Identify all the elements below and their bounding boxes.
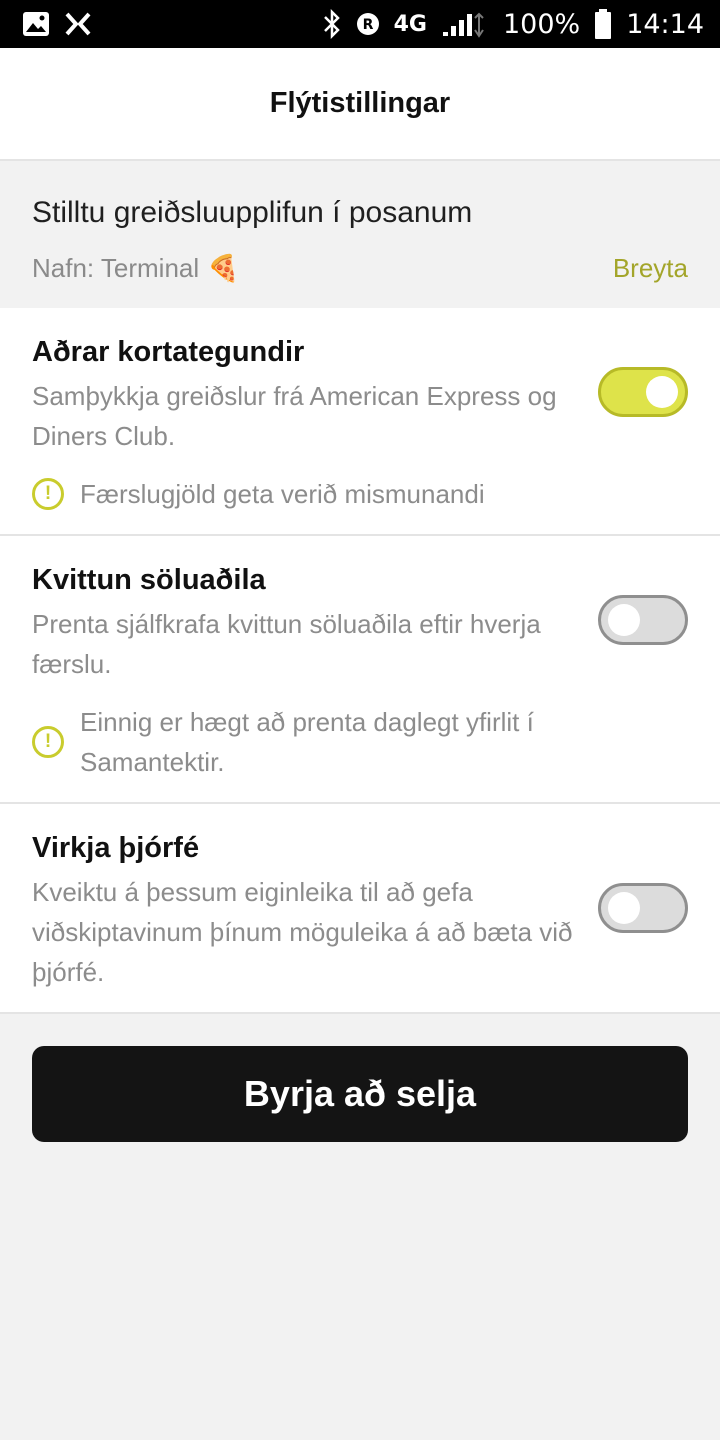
start-selling-label: Byrja að selja <box>243 1073 477 1114</box>
warning-text: Færslugjöld geta verið mismunandi <box>80 479 485 509</box>
terminal-section-title: Stilltu greiðsluupplifun í posanum <box>32 196 473 229</box>
setting-enable-tips: Virkja þjórfé Kveiktu á þessum eiginleik… <box>0 804 720 1014</box>
setting-title: Kvittun söluaðila <box>32 564 266 596</box>
enable-tips-toggle[interactable] <box>598 883 688 933</box>
pizza-icon: 🍕 <box>207 253 240 283</box>
status-bar: R 4G 100% 14:14 <box>0 0 720 48</box>
setting-title: Virkja þjórfé <box>32 832 200 864</box>
setting-warning: ! Einnig er hægt að prenta daglegt yfirl… <box>32 702 590 782</box>
image-notification-icon <box>23 12 49 36</box>
edit-terminal-link[interactable]: Breyta <box>613 253 688 284</box>
app-notification-icon <box>65 12 91 36</box>
bluetooth-icon <box>323 9 340 39</box>
clock: 14:14 <box>626 8 704 40</box>
setting-warning: ! Færslugjöld geta verið mismunandi <box>32 474 485 514</box>
battery-percent: 100% <box>502 8 581 40</box>
setting-other-card-types: Aðrar kortategundir Samþykkja greiðslur … <box>0 308 720 536</box>
setting-description: Prenta sjálfkrafa kvittun söluaðila efti… <box>32 609 541 679</box>
terminal-section: Stilltu greiðsluupplifun í posanum Nafn:… <box>0 162 720 308</box>
network-type: 4G <box>393 11 427 37</box>
toggle-knob <box>646 376 678 408</box>
setting-title: Aðrar kortategundir <box>32 336 305 368</box>
warning-icon: ! <box>32 726 64 758</box>
page-title: Flýtistillingar <box>269 87 451 119</box>
status-bar-left <box>22 11 92 37</box>
toggle-knob <box>608 604 640 636</box>
toggle-knob <box>608 892 640 924</box>
setting-description: Samþykkja greiðslur frá American Express… <box>32 381 557 451</box>
roaming-icon: R <box>356 13 379 35</box>
setting-description: Kveiktu á þessum eiginleika til að gefa … <box>32 877 573 987</box>
warning-icon: ! <box>32 478 64 510</box>
svg-text:R: R <box>362 17 373 33</box>
merchant-receipt-toggle[interactable] <box>598 595 688 645</box>
status-bar-right: R 4G 100% 14:14 <box>322 9 704 40</box>
battery-icon <box>595 9 612 39</box>
terminal-name: Nafn: Terminal 🍕 <box>32 253 240 284</box>
start-selling-button[interactable]: Byrja að selja <box>32 1046 688 1142</box>
setting-merchant-receipt: Kvittun söluaðila Prenta sjálfkrafa kvit… <box>0 536 720 804</box>
other-card-types-toggle[interactable] <box>598 367 688 417</box>
warning-text: Einnig er hægt að prenta daglegt yfirlit… <box>80 707 534 777</box>
app-header: Flýtistillingar <box>0 48 720 161</box>
terminal-name-label: Nafn: Terminal <box>32 253 200 283</box>
signal-icon <box>442 12 484 38</box>
